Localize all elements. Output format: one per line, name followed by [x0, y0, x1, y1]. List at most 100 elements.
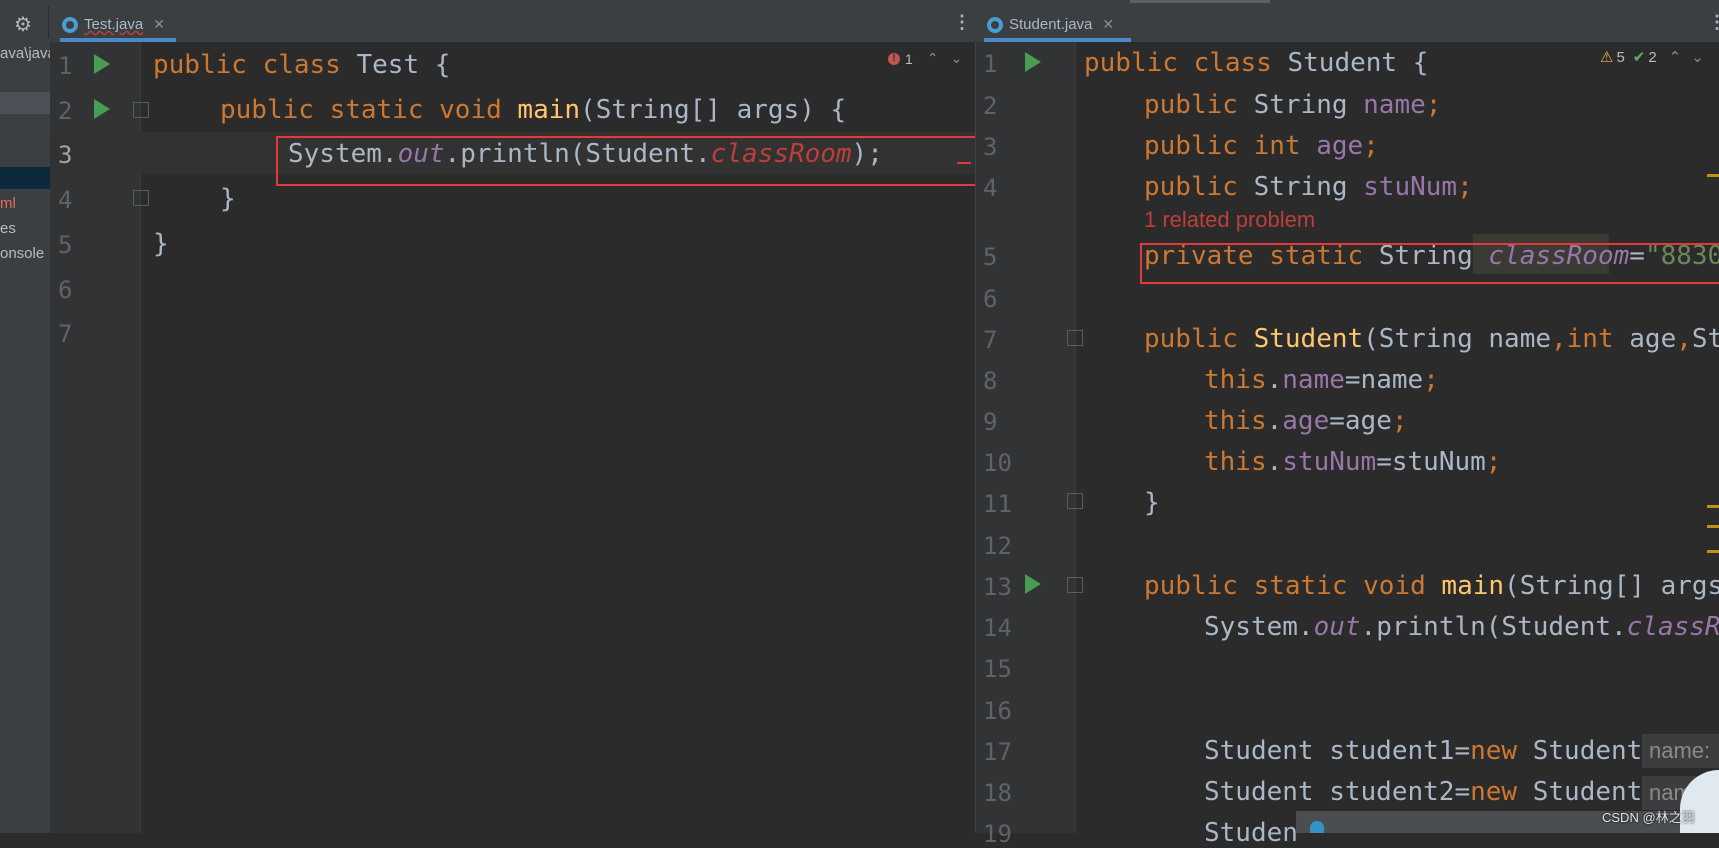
code-token: int [1566, 324, 1630, 354]
line-number: 2 [58, 97, 73, 125]
warning-icon: ⚠ [1600, 49, 1614, 66]
line-number: 2 [983, 92, 998, 120]
run-icon[interactable] [1025, 574, 1041, 594]
project-item-ml[interactable]: ml [0, 195, 16, 212]
code-line-3: public int age; [1144, 133, 1379, 159]
code-token: Student student2= [1204, 777, 1471, 807]
code-token: , [1676, 324, 1692, 354]
code-token: String [1253, 172, 1364, 202]
code-token: out [1313, 612, 1361, 642]
code-token: String [1253, 90, 1364, 120]
chevron-down-icon[interactable]: ⌄ [1691, 48, 1704, 66]
line-number: 5 [58, 231, 73, 259]
code-token: (String[] args) { [580, 95, 847, 125]
code-token: Stri [1691, 324, 1719, 354]
line-number: 3 [983, 133, 998, 161]
code-token: age [1316, 131, 1364, 161]
code-token: public [1144, 172, 1254, 202]
code-token: .println(Student. [1360, 612, 1627, 642]
fold-icon[interactable] [1067, 577, 1083, 593]
code-token: name [1282, 365, 1345, 395]
fold-icon[interactable] [1067, 330, 1083, 346]
warning-stripe[interactable] [1707, 505, 1719, 508]
code-token: public [1144, 90, 1254, 120]
inspection-widget[interactable]: ! 1 ⌃ ⌄ [888, 50, 962, 67]
code-token: ; [1457, 172, 1473, 202]
run-icon[interactable] [1025, 52, 1041, 72]
tab-label: Test.java [84, 16, 144, 33]
code-token: ; [1391, 406, 1408, 436]
code-token: public static void [1144, 571, 1442, 601]
project-item-selected[interactable] [0, 92, 50, 114]
inspection-widget[interactable]: ⚠ 5 ✔ 2 ⌃ ⌄ [1600, 48, 1704, 67]
line-number: 5 [983, 243, 998, 271]
divider [48, 6, 49, 38]
line-number: 7 [58, 320, 73, 348]
fold-icon[interactable] [133, 190, 149, 206]
code-token: this [1204, 447, 1267, 477]
code-token: age [1282, 406, 1330, 436]
code-token: public [1144, 324, 1254, 354]
close-icon[interactable]: ✕ [153, 16, 165, 33]
chevron-up-icon[interactable]: ⌃ [1669, 48, 1682, 66]
line-number: 14 [983, 614, 1012, 642]
tab-test-java[interactable]: Test.java ✕ [62, 8, 165, 41]
code-token: public int [1144, 131, 1317, 161]
code-token: Student( [1532, 777, 1658, 807]
related-problem-hint[interactable]: 1 related problem [1144, 207, 1315, 233]
code-token: ; [1425, 90, 1442, 120]
warning-stripe[interactable] [1707, 550, 1719, 553]
scroll-hint [1130, 0, 1270, 3]
fold-icon[interactable] [1067, 493, 1083, 509]
run-icon[interactable] [94, 54, 110, 74]
code-token: ; [1423, 365, 1439, 395]
code-token: main [1441, 571, 1505, 601]
line-number: 17 [983, 738, 1012, 766]
project-item-focused[interactable] [0, 167, 50, 189]
code-token: =name [1344, 365, 1424, 395]
code-line-10: this.stuNum=stuNum; [1204, 449, 1501, 475]
project-path: ava\java [0, 45, 50, 62]
line-number: 9 [983, 408, 998, 436]
code-token: age [1629, 324, 1677, 354]
code-token: (String[] args) [1504, 571, 1719, 601]
fold-icon[interactable] [133, 102, 149, 118]
warnings-count: 5 [1616, 48, 1625, 66]
line-number: 7 [983, 326, 998, 354]
line-number: 1 [983, 50, 998, 78]
line-number: 8 [983, 367, 998, 395]
code-token: Test { [356, 50, 451, 80]
warning-stripe[interactable] [1707, 525, 1719, 528]
code-token: (String name [1363, 324, 1551, 354]
watermark: CSDN @林之羽 [1602, 810, 1695, 825]
code-token: System. [1204, 612, 1314, 642]
tab-student-java[interactable]: Student.java ✕ [987, 8, 1114, 41]
code-line-4: public String stuNum; [1144, 174, 1473, 200]
code-token: , [1551, 324, 1567, 354]
highlight-box [1140, 243, 1719, 284]
gear-icon[interactable]: ⚙ [14, 12, 32, 37]
chevron-up-icon[interactable]: ⌃ [927, 50, 939, 67]
line-number: 12 [983, 532, 1012, 560]
line-number: 10 [983, 449, 1012, 477]
warning-stripe[interactable] [1707, 174, 1719, 177]
code-line-8: this.name=name; [1204, 367, 1439, 393]
more-options-icon[interactable]: ⋮ [953, 12, 971, 33]
line-number: 15 [983, 655, 1012, 683]
close-icon[interactable]: ✕ [1102, 16, 1114, 33]
code-token: =age [1329, 406, 1392, 436]
code-token: . [1266, 447, 1283, 477]
project-item-es[interactable]: es [0, 220, 16, 237]
code-line-2: public String name; [1144, 92, 1441, 118]
code-token: stuNum [1282, 447, 1377, 477]
more-options-icon[interactable]: ⋮ [1708, 12, 1719, 33]
project-item-console[interactable]: onsole [0, 245, 44, 262]
line-number: 13 [983, 573, 1012, 601]
highlight-box [276, 136, 980, 186]
code-token: ; [1485, 447, 1502, 477]
chevron-down-icon[interactable]: ⌄ [951, 50, 963, 67]
error-icon: ! [888, 52, 900, 65]
run-icon[interactable] [94, 99, 110, 119]
info-icon [1310, 821, 1324, 833]
line-number: 4 [58, 186, 73, 214]
